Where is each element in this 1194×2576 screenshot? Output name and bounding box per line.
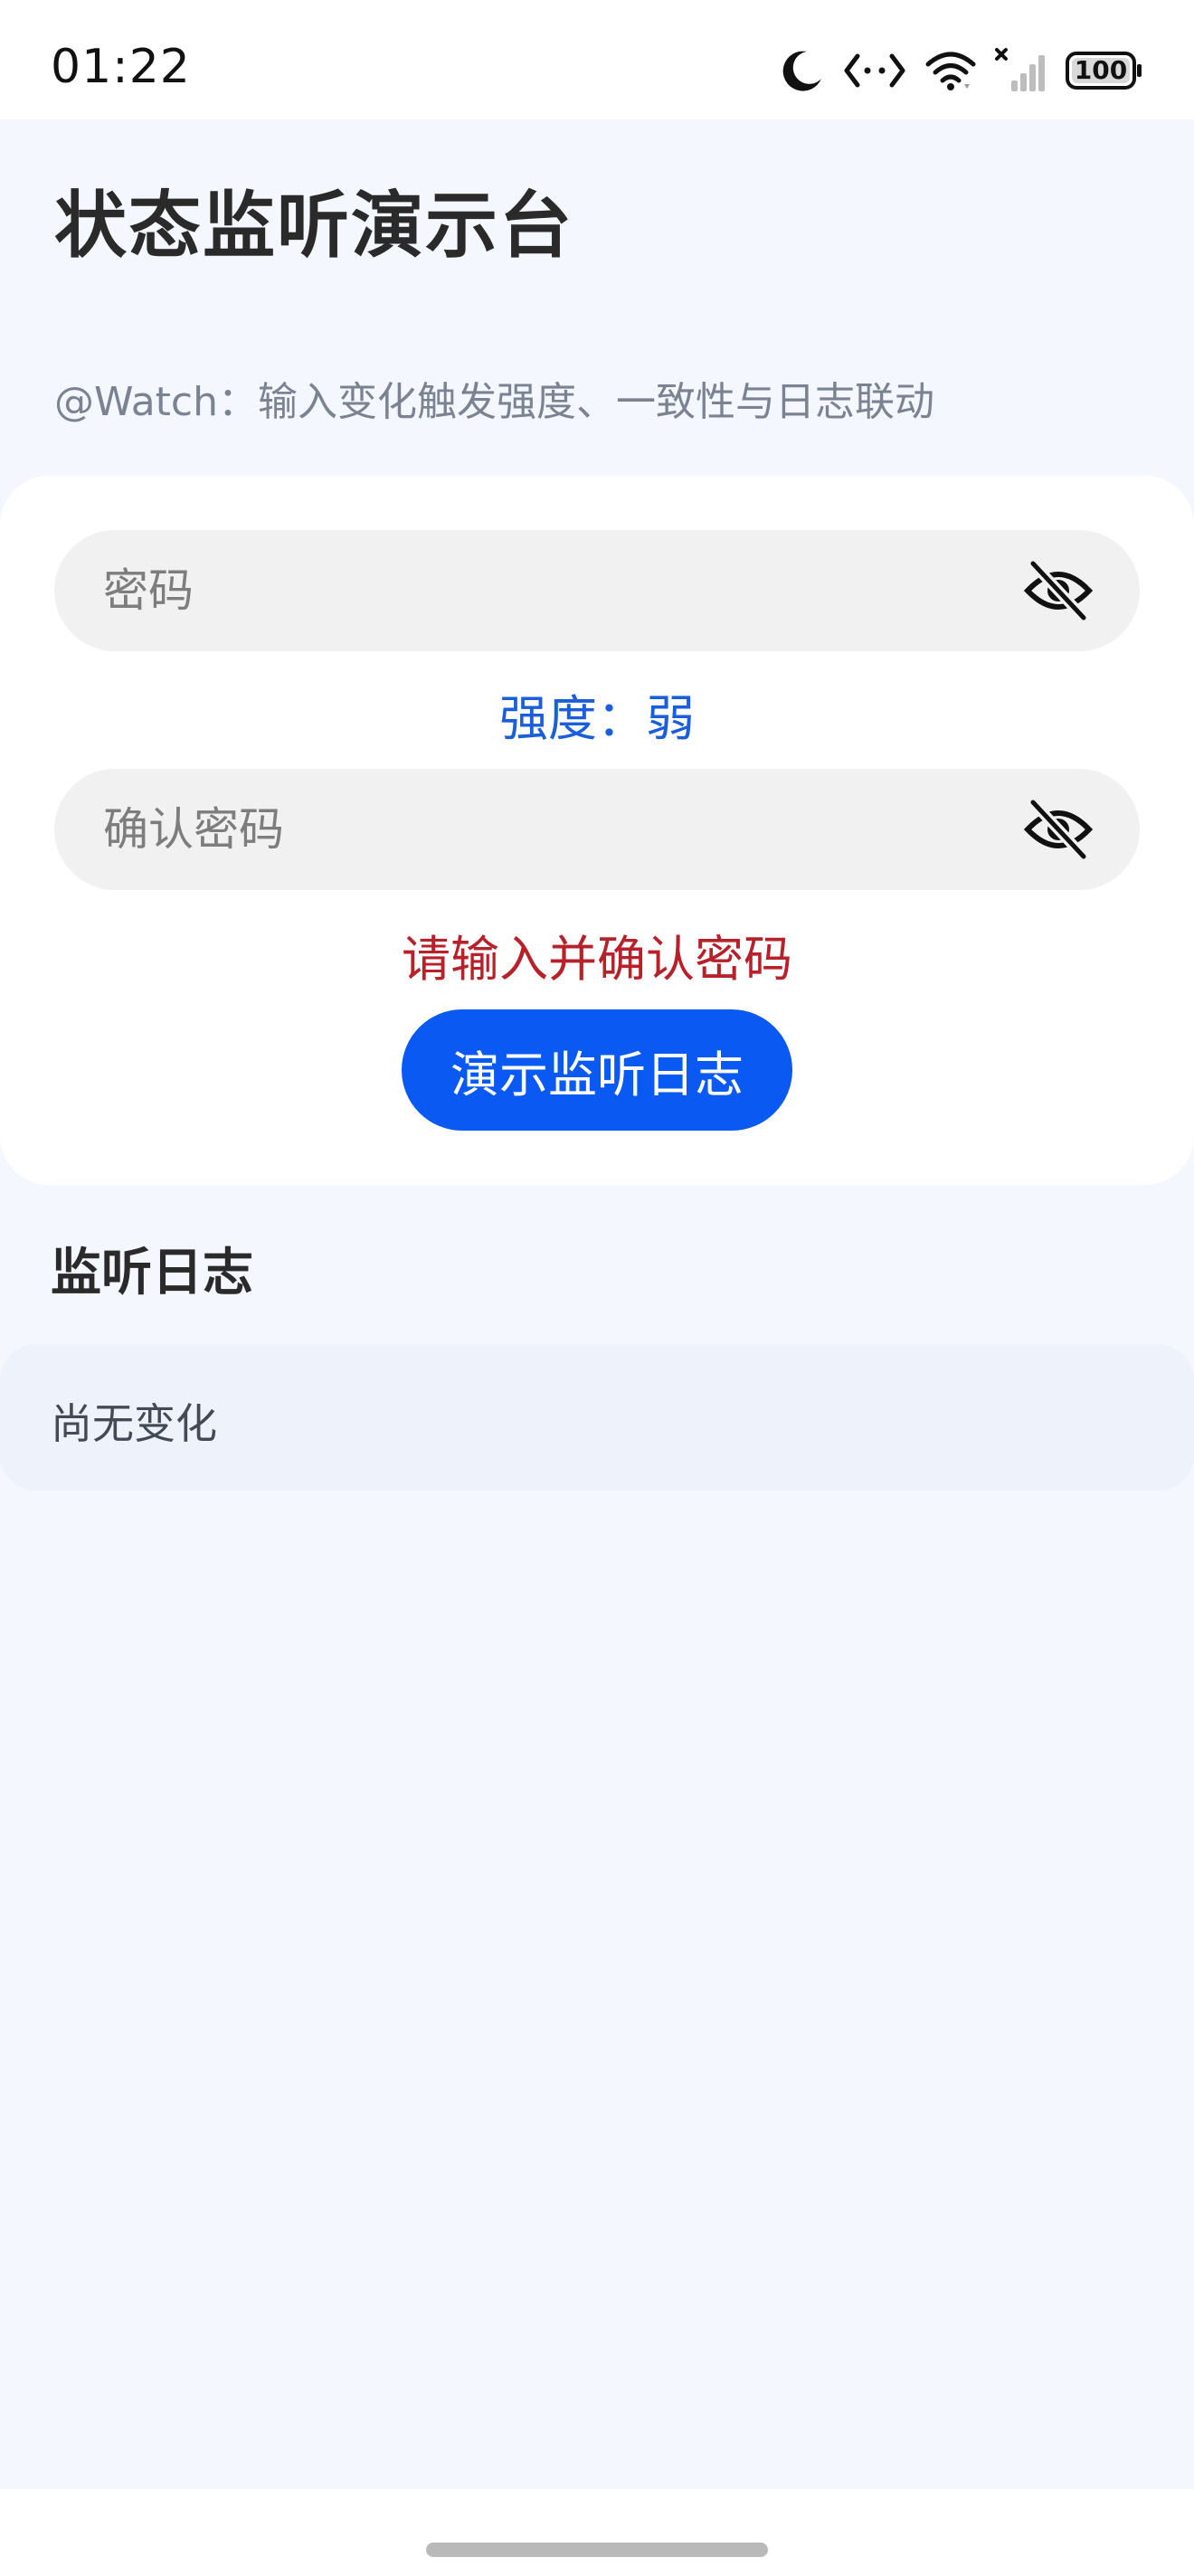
battery-icon: 100 — [1066, 51, 1143, 90]
wifi-icon — [924, 50, 977, 91]
password-input[interactable] — [103, 530, 1008, 651]
log-heading: 监听日志 — [51, 1244, 253, 1302]
data-transfer-icon — [843, 51, 906, 90]
log-empty-text: 尚无变化 — [51, 1399, 217, 1448]
password-mismatch-message: 请输入并确认密码 — [402, 931, 792, 988]
battery-level: 100 — [1074, 55, 1128, 85]
page-subtitle: @Watch：输入变化触发强度、一致性与日志联动 — [54, 379, 934, 425]
page-title: 状态监听演示台 — [54, 184, 573, 268]
status-bar: 01:22 100 — [0, 0, 1194, 119]
confirm-password-field — [54, 769, 1140, 890]
eye-off-icon[interactable] — [1023, 559, 1094, 622]
status-time: 01:22 — [51, 40, 191, 94]
password-field — [54, 530, 1140, 651]
strength-indicator: 强度：弱 — [499, 690, 695, 747]
eye-off-icon[interactable] — [1023, 798, 1094, 861]
cellular-signal-icon — [995, 48, 1047, 93]
log-panel: 尚无变化 — [0, 1344, 1194, 1491]
home-indicator[interactable] — [426, 2543, 768, 2557]
password-form-card: 强度：弱 请输入并确认密码 演示监听日志 — [0, 476, 1194, 1185]
demo-log-button[interactable]: 演示监听日志 — [402, 1009, 792, 1131]
confirm-password-input[interactable] — [103, 769, 1008, 890]
status-icons: 100 — [780, 45, 1143, 96]
navigation-bar — [0, 2489, 1194, 2576]
moon-icon — [780, 48, 825, 93]
